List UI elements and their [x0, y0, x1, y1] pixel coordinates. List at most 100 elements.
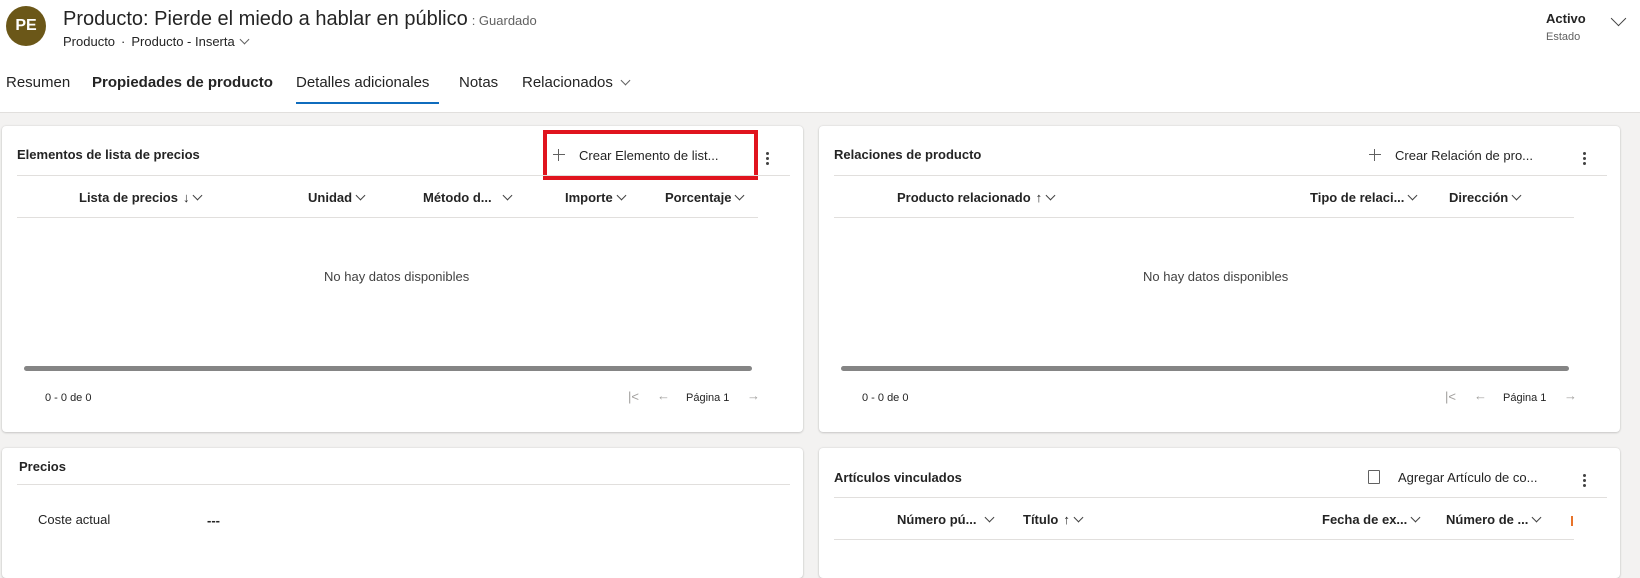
chevron-down-icon — [985, 512, 995, 523]
form-name: Producto - Inserta — [131, 34, 235, 49]
new-product-relation-button[interactable]: Crear Relación de pro... — [1369, 148, 1533, 163]
chevron-down-icon — [193, 190, 203, 201]
chevron-down-icon — [735, 190, 745, 201]
save-status: : Guardado — [471, 13, 537, 28]
column-header-price-list[interactable]: Lista de precios ↓ — [79, 190, 203, 205]
column-header-method[interactable]: Método d... — [423, 190, 513, 205]
previous-page-icon[interactable]: ← — [657, 388, 670, 403]
chevron-down-icon — [1073, 512, 1084, 523]
tab-relacionados-label: Relacionados — [522, 74, 613, 91]
status-label: Estado — [1546, 31, 1581, 43]
record-subtitle: Producto · Producto - Inserta — [63, 34, 250, 49]
more-options-icon[interactable] — [1583, 150, 1586, 167]
chevron-down-icon — [616, 190, 627, 201]
next-page-icon[interactable]: → — [1564, 388, 1577, 403]
linked-articles-card: Artículos vinculados Agregar Artículo de… — [819, 448, 1620, 578]
tab-detalles-adicionales[interactable]: Detalles adicionales — [296, 74, 429, 91]
divider — [834, 175, 1607, 176]
column-header-amount[interactable]: Importe — [565, 190, 627, 205]
add-icon — [1369, 148, 1381, 161]
column-header-relation-type[interactable]: Tipo de relaci... — [1310, 190, 1418, 205]
add-knowledge-article-label: Agregar Artículo de co... — [1398, 470, 1538, 485]
new-product-relation-label: Crear Relación de pro... — [1395, 148, 1534, 163]
subtitle-separator: · — [121, 34, 126, 49]
column-header-number[interactable]: Número de ... — [1446, 512, 1542, 527]
record-count: 0 - 0 de 0 — [862, 392, 909, 404]
column-label: Título — [1023, 512, 1059, 527]
product-relations-title: Relaciones de producto — [834, 147, 982, 162]
divider — [17, 175, 790, 176]
empty-message: No hay datos disponibles — [1143, 269, 1289, 284]
column-label: Unidad — [308, 190, 353, 205]
first-page-icon[interactable]: |< — [1445, 389, 1456, 404]
column-label: Número de ... — [1446, 512, 1529, 527]
chevron-down-icon — [239, 34, 250, 45]
horizontal-scrollbar[interactable] — [24, 366, 752, 371]
tab-notas[interactable]: Notas — [459, 74, 498, 91]
horizontal-scrollbar[interactable] — [841, 366, 1569, 371]
column-label: Tipo de relaci... — [1310, 190, 1405, 205]
divider — [834, 217, 1574, 218]
linked-articles-title: Artículos vinculados — [834, 470, 962, 485]
column-resize-indicator — [1571, 516, 1573, 526]
chevron-down-icon — [620, 75, 631, 86]
form-selector[interactable]: Producto - Inserta — [131, 34, 250, 49]
chevron-down-icon — [355, 190, 366, 201]
column-label: Importe — [565, 190, 613, 205]
page-number: Página 1 — [686, 392, 730, 404]
chevron-down-icon — [1045, 190, 1056, 201]
tab-propiedades[interactable]: Propiedades de producto — [92, 74, 273, 91]
clipboard-icon — [1368, 469, 1380, 484]
column-label: Método d... — [423, 190, 492, 205]
empty-message: No hay datos disponibles — [324, 269, 470, 284]
column-label: Porcentaje — [665, 190, 732, 205]
record-count: 0 - 0 de 0 — [45, 392, 92, 404]
column-label: Producto relacionado — [897, 190, 1031, 205]
page-number: Página 1 — [1503, 392, 1547, 404]
column-label: Lista de precios — [79, 190, 178, 205]
chevron-down-icon — [502, 190, 513, 201]
divider — [834, 497, 1607, 498]
chevron-down-icon — [1511, 190, 1522, 201]
record-header: PE Producto: Pierde el miedo a hablar en… — [0, 0, 1640, 113]
highlight-box — [543, 130, 758, 180]
column-header-related-product[interactable]: Producto relacionado ↑ — [897, 190, 1056, 205]
pricing-title: Precios — [19, 459, 66, 474]
column-header-title[interactable]: Título ↑ — [1023, 512, 1084, 527]
tab-resumen[interactable]: Resumen — [6, 74, 70, 91]
column-label: Número pú... — [897, 512, 977, 527]
more-options-icon[interactable] — [1583, 472, 1586, 489]
first-page-icon[interactable]: |< — [628, 389, 639, 404]
column-header-article-number[interactable]: Número pú... — [897, 512, 995, 527]
chevron-down-icon — [1410, 512, 1421, 523]
status-value: Activo — [1546, 11, 1586, 26]
divider — [17, 217, 758, 218]
next-page-icon[interactable]: → — [747, 388, 760, 403]
active-tab-indicator — [296, 102, 439, 104]
divider — [17, 484, 790, 485]
sort-descending-icon: ↓ — [182, 190, 190, 205]
column-header-expiration-date[interactable]: Fecha de ex... — [1322, 512, 1421, 527]
current-cost-label: Coste actual — [38, 512, 111, 527]
column-header-direction[interactable]: Dirección — [1449, 190, 1522, 205]
tab-relacionados[interactable]: Relacionados — [522, 74, 631, 91]
column-header-unit[interactable]: Unidad — [308, 190, 366, 205]
entity-name: Producto — [63, 34, 116, 49]
column-label: Fecha de ex... — [1322, 512, 1408, 527]
sort-ascending-icon: ↑ — [1035, 190, 1043, 205]
previous-page-icon[interactable]: ← — [1474, 388, 1487, 403]
current-cost-value[interactable]: --- — [207, 513, 220, 528]
price-list-items-title: Elementos de lista de precios — [17, 147, 200, 162]
price-list-items-card: Elementos de lista de precios Crear Elem… — [2, 126, 803, 432]
product-relations-card: Relaciones de producto Crear Relación de… — [819, 126, 1620, 432]
sort-ascending-icon: ↑ — [1063, 512, 1070, 527]
expand-header-chevron-icon[interactable] — [1610, 10, 1627, 27]
add-knowledge-article-button[interactable]: Agregar Artículo de co... — [1368, 469, 1538, 486]
record-avatar: PE — [6, 6, 46, 46]
record-title-text: Producto: Pierde el miedo a hablar en pú… — [63, 8, 468, 30]
more-options-icon[interactable] — [766, 150, 769, 167]
chevron-down-icon — [1531, 512, 1542, 523]
pricing-card: Precios Coste actual --- — [2, 448, 803, 578]
column-header-percentage[interactable]: Porcentaje — [665, 190, 745, 205]
chevron-down-icon — [1407, 190, 1418, 201]
